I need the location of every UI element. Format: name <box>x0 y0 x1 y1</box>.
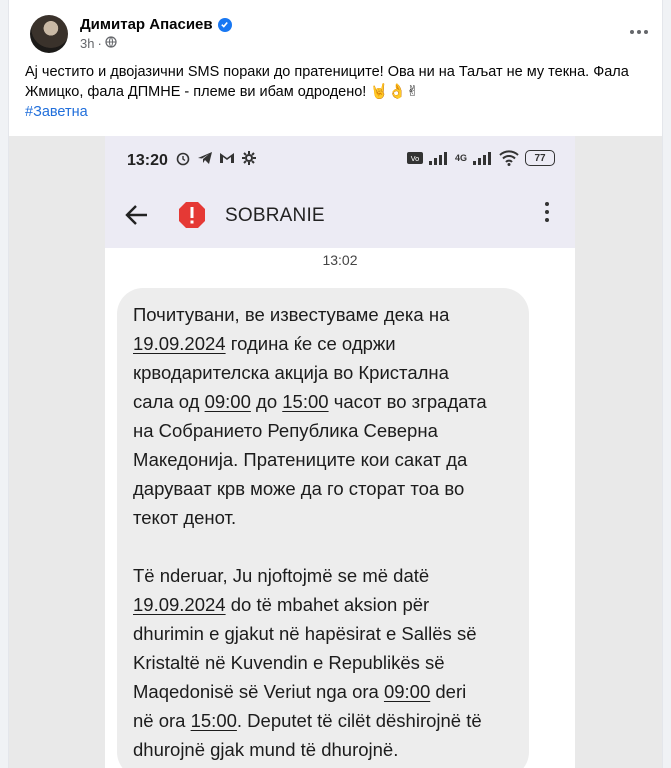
message-text: do të mbahet aksion për <box>225 594 430 615</box>
alert-icon <box>179 202 205 228</box>
signal-bars-icon <box>428 152 447 165</box>
battery-level: 77 <box>534 152 546 164</box>
sms-message-bubble: Почитувани, ве известуваме дека на 19.09… <box>117 288 529 768</box>
author-name[interactable]: Димитар Апасиев <box>80 16 213 33</box>
post-text-line: Ај честито и двојазични SMS пораки до пр… <box>25 64 629 80</box>
message-line: dhurimin e gjakut në hapësirat e Sallës … <box>133 623 477 644</box>
message-line: 19.09.2024 година ќе се одржи <box>133 329 513 358</box>
sender-name: SOBRANIE <box>225 205 325 226</box>
message-text: година ќе се одржи <box>225 333 396 354</box>
svg-text:Vo: Vo <box>411 155 420 163</box>
post-header: Димитар Апасиев 3h · <box>25 10 655 54</box>
separator-dot: · <box>97 36 102 51</box>
wifi-icon <box>499 150 519 166</box>
back-arrow-icon[interactable] <box>125 204 149 226</box>
volte-icon: Vo <box>406 152 423 164</box>
message-text: часот во зградата <box>328 391 487 412</box>
facebook-post: Димитар Апасиев 3h · Ај честито и двојаз… <box>8 0 663 768</box>
message-line: Kristaltë në Kuvendin e Republikës së <box>133 652 445 673</box>
time-link[interactable]: 15:00 <box>282 391 328 412</box>
time-link[interactable]: 09:00 <box>384 681 430 702</box>
time-link[interactable]: 15:00 <box>191 710 237 731</box>
message-line: текот денот. <box>133 507 237 528</box>
battery-icon: 77 <box>525 150 555 166</box>
message-line: Maqedonisë së Veriut nga ora 09:00 deri <box>133 677 513 706</box>
signal-bars-icon-2 <box>473 152 491 165</box>
kebab-menu-icon[interactable] <box>545 202 549 222</box>
message-line: крводарителска акција во Кристална <box>133 362 449 383</box>
message-line: даруваат крв може да го сторат тоа во <box>133 478 465 499</box>
message-line: Почитувани, ве известуваме дека на <box>133 304 450 325</box>
status-icons-left <box>175 150 257 166</box>
telegram-icon <box>198 152 212 164</box>
message-text: . Deputet të cilët dëshirojnë të <box>236 710 482 731</box>
post-time[interactable]: 3h <box>80 36 94 51</box>
settings-gear-icon <box>242 151 256 165</box>
message-line: dhurojnë gjak mund të dhurojnë. <box>133 739 399 760</box>
message-text: deri <box>430 681 467 702</box>
post-meta: 3h · <box>80 36 117 51</box>
gmail-icon <box>220 153 234 163</box>
alarm-icon <box>176 152 190 166</box>
author-name-row: Димитар Апасиев <box>80 16 232 33</box>
message-text: сала од <box>133 391 205 412</box>
date-link[interactable]: 19.09.2024 <box>133 594 226 615</box>
hashtag-link[interactable]: #Заветна <box>25 104 88 120</box>
message-line: Македонија. Пратениците кои сакат да <box>133 449 468 470</box>
verified-badge-icon <box>217 17 232 32</box>
message-timestamp: 13:02 <box>322 252 358 268</box>
post-text: Ај честито и двојазични SMS пораки до пр… <box>25 62 635 102</box>
time-link[interactable]: 09:00 <box>205 391 251 412</box>
message-line: сала од 09:00 до 15:00 часот во зградата <box>133 387 513 416</box>
globe-icon <box>105 36 117 51</box>
message-text: Maqedonisë së Veriut nga ora <box>133 681 384 702</box>
message-line: Të nderuar, Ju njoftojmë se më datë <box>133 565 430 586</box>
author-avatar[interactable] <box>30 15 68 53</box>
post-photo[interactable]: 13:20 Vo 4G 77 SOBRANIE 13:02 Почитувани… <box>9 136 662 768</box>
phone-status-bar: 13:20 Vo 4G 77 <box>105 136 575 184</box>
message-text: до <box>250 391 283 412</box>
message-line: 19.09.2024 do të mbahet aksion për <box>133 590 513 619</box>
message-line: në ora 15:00. Deputet të cilët dëshirojn… <box>133 706 513 735</box>
post-text-line: Жмицко, фала ДПМНЕ - племе ви ибам одрод… <box>25 84 419 100</box>
post-options-button[interactable] <box>627 20 651 44</box>
message-line: на Собранието Република Северна <box>133 420 438 441</box>
message-text: në ora <box>133 710 191 731</box>
sms-app-bar: SOBRANIE <box>105 184 575 248</box>
status-icons-right: Vo 4G 77 <box>406 150 555 166</box>
sms-screenshot: 13:20 Vo 4G 77 SOBRANIE 13:02 Почитувани… <box>105 136 575 768</box>
network-type: 4G <box>454 153 467 163</box>
more-dots-icon <box>630 30 648 34</box>
date-link[interactable]: 19.09.2024 <box>133 333 226 354</box>
status-time: 13:20 <box>127 152 168 169</box>
